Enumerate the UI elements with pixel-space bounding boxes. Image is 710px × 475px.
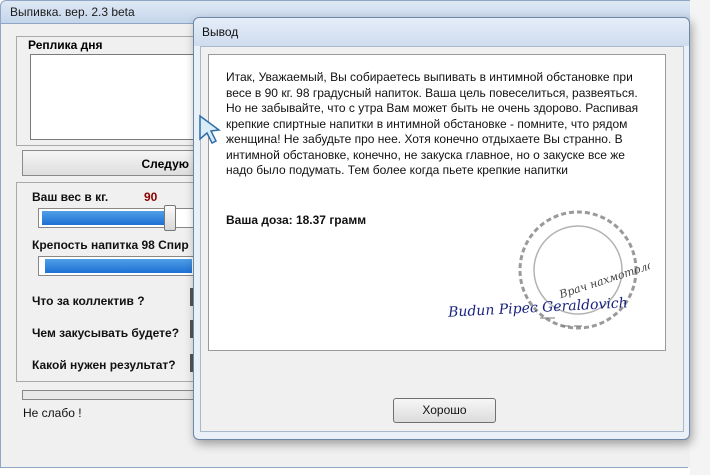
screen-right-edge	[690, 0, 710, 475]
snack-label: Чем закусывать будете?	[32, 326, 180, 340]
result-label: Какой нужен результат?	[32, 358, 176, 372]
collective-label: Что за коллектив ?	[32, 294, 145, 308]
weight-slider-thumb[interactable]	[164, 205, 176, 231]
next-button[interactable]: Следую	[22, 150, 194, 176]
status-text: Не слабо !	[23, 406, 82, 420]
weight-value: 90	[144, 190, 158, 204]
progress-bar	[22, 390, 194, 400]
dose-label: Ваша доза: 18.37 грамм	[226, 213, 367, 227]
weight-label: Ваш вес в кг.	[32, 190, 109, 204]
output-dialog-titlebar[interactable]	[194, 18, 689, 46]
doctor-stamp-icon: Врач нахмотолог	[518, 210, 650, 330]
mouse-cursor-icon	[199, 114, 221, 144]
output-dialog-title: Вывод	[202, 25, 239, 39]
weight-slider-fill	[42, 211, 170, 225]
main-window-title: Выпивка. вер. 2.3 beta	[10, 5, 135, 19]
strength-label: Крепость напитка 98 Спир	[32, 238, 189, 252]
strength-slider-fill	[45, 259, 192, 273]
phrase-of-day-label: Реплика дня	[26, 38, 105, 52]
phrase-of-day-textbox[interactable]	[30, 54, 194, 140]
ok-button[interactable]: Хорошо	[393, 398, 496, 423]
conclusion-text: Итак, Уважаемый, Вы собираетесь выпивать…	[226, 70, 639, 177]
